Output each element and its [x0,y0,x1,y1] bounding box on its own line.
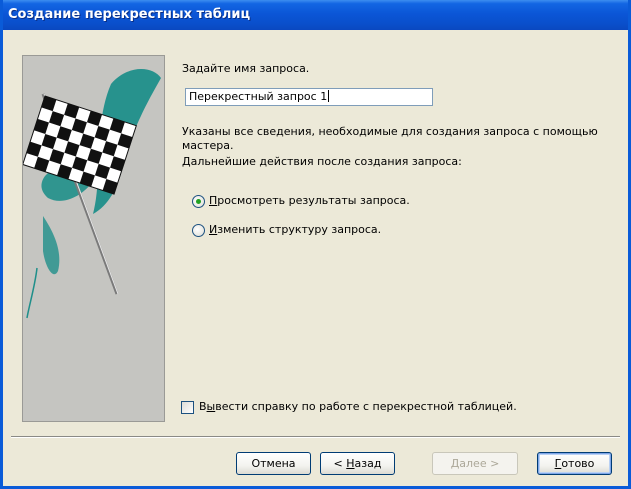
name-prompt-label: Задайте имя запроса. [182,62,310,75]
info-text-line1: Указаны все сведения, необходимые для со… [182,125,598,138]
radio-selected-dot [196,199,201,204]
wizard-art-panel [22,55,165,422]
label-text: росмотреть результаты запроса. [217,194,410,207]
help-checkbox-label[interactable]: Вывести справку по работе с перекрестной… [199,400,517,413]
next-button[interactable]: Далее > [432,452,518,475]
radio-change-structure[interactable] [192,224,205,237]
cancel-button[interactable]: Отмена [236,452,311,475]
finish-button[interactable]: Готово [537,452,612,475]
wizard-window: Создание перекрестных таблиц Задайте имя… [0,0,631,489]
title-bar[interactable]: Создание перекрестных таблиц [3,0,628,30]
mnemonic-char: Н [346,457,355,470]
query-name-input[interactable]: Перекрестный запрос 1 [185,88,433,106]
mnemonic-char: ы [206,400,216,413]
info-text-line2: мастера. [182,139,234,152]
label-text: вести справку по работе с перекрестной т… [215,400,517,413]
button-label: < [333,457,347,470]
window-title: Создание перекрестных таблиц [8,7,251,22]
radio-view-results[interactable] [192,195,205,208]
label-text: В [199,400,207,413]
button-label: алее > [459,457,500,470]
help-checkbox[interactable] [181,401,194,414]
mnemonic-char: И [209,223,218,236]
text-caret [328,90,330,102]
next-actions-label: Дальнейшие действия после создания запро… [182,155,462,168]
checkered-flag-icon [23,68,161,319]
button-label: отово [561,457,595,470]
label-text: зменить структуру запроса. [217,223,382,236]
button-label: азад [354,457,382,470]
button-label: Отмена [251,457,296,470]
radio-view-results-label[interactable]: Просмотреть результаты запроса. [209,194,410,207]
radio-change-structure-label[interactable]: Изменить структуру запроса. [209,223,381,236]
mnemonic-char: Д [450,457,460,470]
back-button[interactable]: < Назад [320,452,395,475]
separator-highlight [11,437,620,438]
query-name-value: Перекрестный запрос 1 [189,90,328,103]
